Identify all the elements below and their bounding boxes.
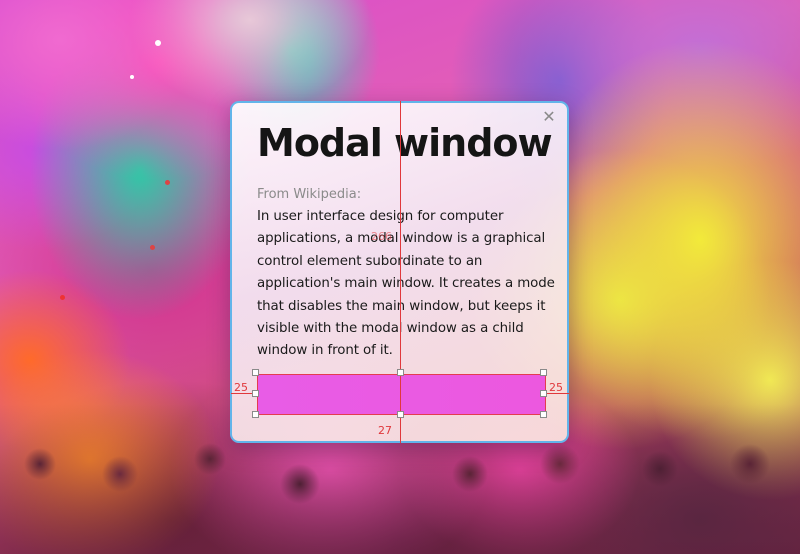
resize-handle-top-left[interactable] <box>252 369 259 376</box>
modal-title: Modal window <box>257 121 553 165</box>
modal-description: In user interface design for computer ap… <box>257 209 555 359</box>
right-spacing-label: 25 <box>549 381 563 394</box>
resize-handle-top-center[interactable] <box>397 369 404 376</box>
action-button-area[interactable] <box>257 374 546 415</box>
resize-handle-bottom-right[interactable] <box>540 411 547 418</box>
powder-speck <box>60 295 65 300</box>
powder-speck <box>150 245 155 250</box>
resize-handle-bottom-left[interactable] <box>252 411 259 418</box>
powder-speck <box>130 75 134 79</box>
left-spacing-label: 25 <box>234 381 248 394</box>
powder-speck <box>165 180 170 185</box>
powder-speck <box>155 40 161 46</box>
source-label: From Wikipedia: <box>257 187 362 202</box>
resize-handle-middle-right[interactable] <box>540 390 547 397</box>
resize-handle-top-right[interactable] <box>540 369 547 376</box>
center-distance-label: 266 <box>371 230 392 243</box>
vertical-center-guide <box>400 101 401 443</box>
bottom-spacing-label: 27 <box>378 424 392 437</box>
resize-handle-middle-left[interactable] <box>252 390 259 397</box>
resize-handle-bottom-center[interactable] <box>397 411 404 418</box>
bottom-spacing-guide <box>400 415 401 443</box>
